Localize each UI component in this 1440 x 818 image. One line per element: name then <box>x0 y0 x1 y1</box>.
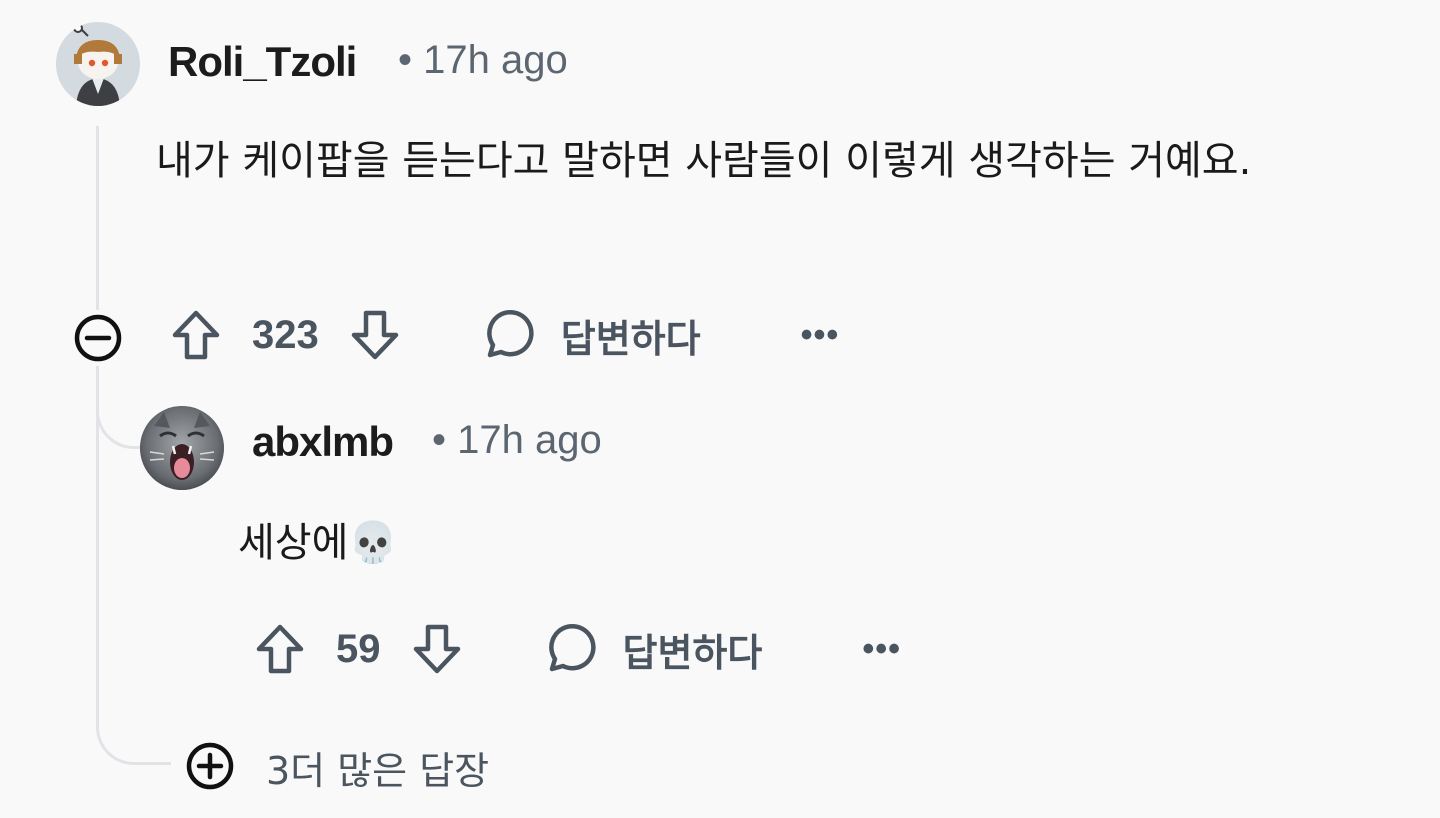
minus-circle-icon <box>74 314 122 362</box>
expand-replies-toggle[interactable] <box>182 738 238 794</box>
reply-label: 답변하다 <box>622 630 763 675</box>
upvote-arrow-icon <box>172 310 220 360</box>
downvote-button[interactable] <box>407 619 467 679</box>
speech-bubble-icon <box>486 309 534 358</box>
snoo-avatar-icon <box>56 22 140 106</box>
reply-actions: 59 답변하다 ••• <box>250 616 901 682</box>
comment-timestamp: • 17h ago <box>398 38 568 82</box>
comment-body: 내가 케이팝을 듣는다고 말하면 사람들이 이렇게 생각하는 거예요. <box>156 138 1252 184</box>
comment-author[interactable]: Roli_Tzoli <box>168 38 357 86</box>
reply-timestamp: • 17h ago <box>432 418 602 462</box>
reply-label: 답변하다 <box>560 316 701 361</box>
more-replies-label[interactable]: 3더 많은 답장 <box>266 740 489 795</box>
more-replies-connector-line <box>96 700 171 765</box>
plus-circle-icon <box>186 742 234 790</box>
downvote-arrow-icon <box>413 624 460 674</box>
speech-bubble-icon <box>548 623 596 672</box>
avatar[interactable] <box>140 406 224 490</box>
comment-thread-line <box>96 126 99 316</box>
reply-author[interactable]: abxlmb <box>252 418 394 466</box>
upvote-button[interactable] <box>166 305 226 365</box>
upvote-arrow-icon <box>256 624 304 674</box>
reply-button[interactable]: 답변하다 <box>543 621 763 677</box>
collapse-thread-button[interactable] <box>70 310 126 366</box>
comment-actions: 323 답변하다 ••• <box>166 302 839 368</box>
downvote-arrow-icon <box>351 310 398 360</box>
reply-button[interactable]: 답변하다 <box>481 307 701 363</box>
more-options-button[interactable]: ••• <box>801 316 840 355</box>
more-options-button[interactable]: ••• <box>862 630 901 669</box>
vote-count: 59 <box>336 626 381 671</box>
reply-body: 세상에💀 <box>238 520 399 566</box>
avatar[interactable] <box>56 22 140 106</box>
downvote-button[interactable] <box>345 305 405 365</box>
upvote-button[interactable] <box>250 619 310 679</box>
vote-count: 323 <box>252 312 319 357</box>
cat-avatar-icon <box>140 406 224 490</box>
reply-connector-line <box>96 390 141 449</box>
